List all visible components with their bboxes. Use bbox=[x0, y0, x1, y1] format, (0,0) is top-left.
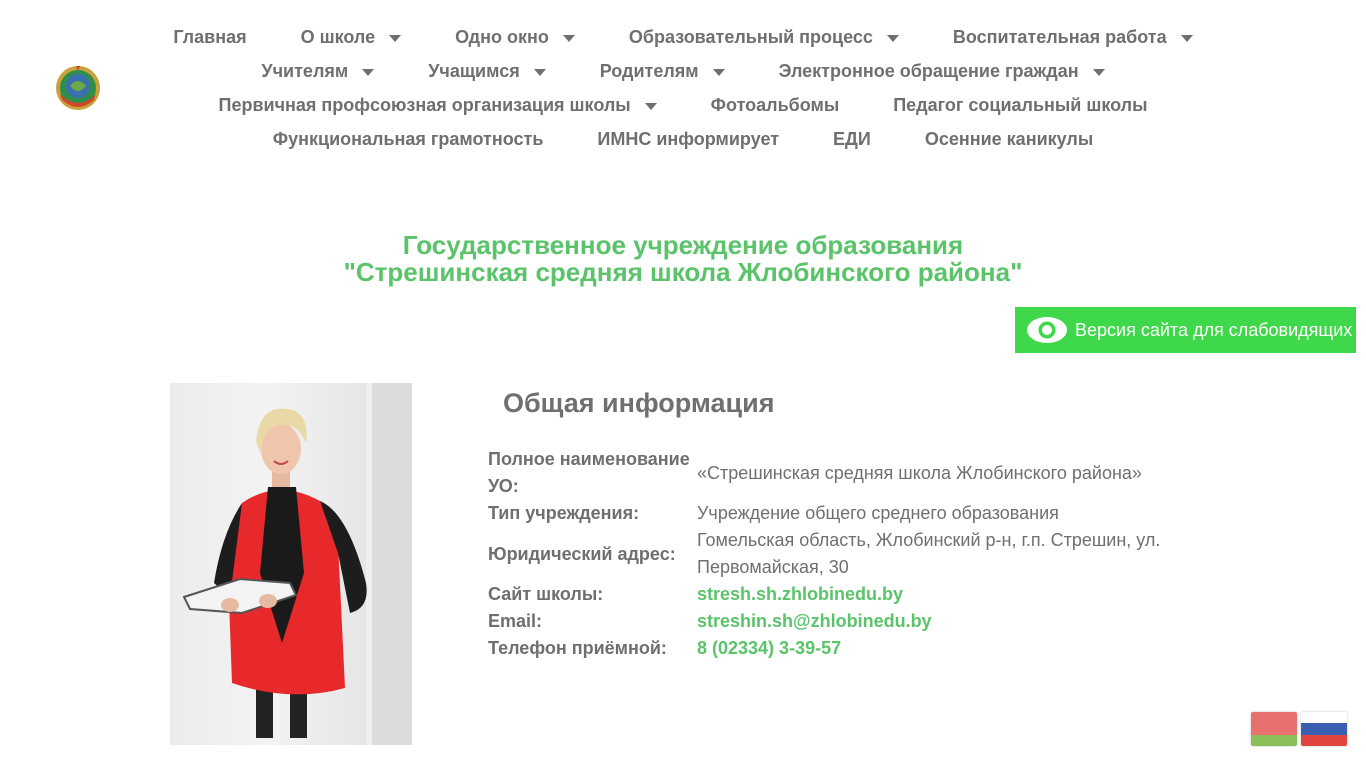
nav-item-label: Осенние каникулы bbox=[924, 128, 1094, 149]
caret-down-icon[interactable] bbox=[389, 34, 402, 42]
nav-item-label: Воспитательная работа bbox=[952, 26, 1167, 47]
caret-down-icon[interactable] bbox=[562, 34, 575, 42]
caret-down-icon[interactable] bbox=[886, 34, 899, 42]
caret-down-icon[interactable] bbox=[712, 68, 725, 76]
info-row: Сайт школы: stresh.sh.zhlobinedu.by bbox=[488, 581, 1188, 608]
info-value: Учреждение общего среднего образования bbox=[697, 503, 1059, 523]
caret-down-icon[interactable] bbox=[533, 68, 546, 76]
nav-row: Учителям Учащимся Родителям Электронное обр… bbox=[150, 54, 1216, 88]
caret-down-icon[interactable] bbox=[1092, 68, 1105, 76]
info-value-link[interactable]: streshin.sh@zhlobinedu.by bbox=[697, 608, 1188, 635]
nav-item-label: ИМНС информирует bbox=[597, 128, 780, 149]
low-vision-version-button[interactable]: Версия сайта для слабовидящих bbox=[1015, 307, 1356, 353]
nav-item[interactable]: Одно окно bbox=[455, 27, 575, 48]
nav-item[interactable]: Главная bbox=[173, 27, 246, 48]
state-emblem-logo[interactable] bbox=[54, 64, 102, 112]
info-value-link[interactable]: stresh.sh.zhlobinedu.by bbox=[697, 581, 1188, 608]
nav-item[interactable]: Электронное обращение граждан bbox=[779, 61, 1105, 82]
info-row: Юридический адрес: Гомельская область, Жл… bbox=[488, 527, 1188, 581]
nav-item[interactable]: Учителям bbox=[261, 60, 375, 82]
nav-item-label: ЕДИ bbox=[833, 128, 871, 149]
nav-item-label: Главная bbox=[173, 26, 247, 47]
info-key: Юридический адрес: bbox=[488, 543, 676, 564]
nav-item-label: Образовательный процесс bbox=[628, 26, 873, 47]
caret-down-icon[interactable] bbox=[362, 68, 375, 76]
info-row: Телефон приёмной: 8 (02334) 3-39-57 bbox=[488, 635, 1188, 662]
russian-flag[interactable] bbox=[1301, 712, 1347, 746]
nav-item-label: Учителям bbox=[261, 60, 349, 81]
nav-item[interactable]: Функциональная грамотность bbox=[273, 129, 544, 150]
nav-item[interactable]: Учащимся bbox=[428, 61, 546, 82]
eye-icon bbox=[1027, 317, 1067, 343]
title-line-1: Государственное учреждение образования bbox=[402, 230, 964, 260]
nav-item[interactable]: Воспитательная работа bbox=[953, 27, 1193, 48]
info-row: Email: streshin.sh@zhlobinedu.by bbox=[488, 608, 1188, 635]
nav-item-label: Первичная профсоюзная организация школы bbox=[218, 94, 631, 115]
nav-row: Первичная профсоюзная организация школы Ф… bbox=[150, 88, 1216, 122]
nav-row: Функциональная грамотность ИМНС информиру… bbox=[150, 122, 1216, 156]
info-key: Полное наименование УО: bbox=[488, 449, 690, 496]
nav-row: Главная О школе Одно окно Образовательный п… bbox=[150, 20, 1216, 54]
flag-stripe bbox=[1301, 712, 1347, 724]
nav-item-label: Функциональная грамотность bbox=[272, 128, 544, 149]
page-title: Государственное учреждение образования "… bbox=[0, 232, 1366, 286]
nav-item[interactable]: ИМНС информирует bbox=[597, 129, 779, 150]
info-value: «Стрешинская средняя школа Жлобинского р… bbox=[697, 462, 1142, 483]
nav-item[interactable]: ЕДИ bbox=[833, 129, 871, 150]
nav-item-label: Электронное обращение граждан bbox=[778, 60, 1079, 81]
director-photo bbox=[170, 383, 412, 745]
nav-item-label: Фотоальбомы bbox=[710, 94, 840, 115]
info-key: Тип учреждения: bbox=[488, 503, 640, 523]
caret-down-icon[interactable] bbox=[1180, 34, 1193, 42]
nav-item[interactable]: Образовательный процесс bbox=[629, 27, 899, 48]
flag-stripe bbox=[1301, 723, 1347, 735]
title-line-2: "Стрешинская средняя школа Жлобинского р… bbox=[343, 257, 1023, 287]
nav-item-label: О школе bbox=[300, 26, 376, 47]
nav-item-label: Родителям bbox=[599, 60, 699, 81]
main-navigation: Главная О школе Одно окно Образовательный п… bbox=[150, 20, 1216, 156]
language-switcher bbox=[1251, 712, 1347, 746]
info-row: Тип учреждения: Учреждение общего среднег… bbox=[488, 500, 1188, 527]
nav-item-label: Педагог социальный школы bbox=[893, 94, 1148, 115]
info-row: Полное наименование УО: «Стрешинская сред… bbox=[488, 446, 1188, 500]
flag-stripe bbox=[1251, 712, 1297, 735]
info-key: Email: bbox=[488, 611, 543, 631]
info-table: Полное наименование УО: «Стрешинская сред… bbox=[488, 446, 1188, 662]
info-value: Гомельская область, Жлобинский р-н, г.п.… bbox=[697, 530, 1161, 577]
nav-item[interactable]: Родителям bbox=[600, 61, 725, 82]
nav-item[interactable]: О школе bbox=[301, 27, 402, 48]
flag-stripe bbox=[1301, 734, 1347, 746]
nav-item-label: Учащимся bbox=[428, 60, 520, 81]
info-key: Сайт школы: bbox=[488, 584, 604, 604]
low-vision-label: Версия сайта для слабовидящих bbox=[1075, 319, 1353, 340]
info-key: Телефон приёмной: bbox=[488, 638, 667, 658]
caret-down-icon[interactable] bbox=[644, 102, 657, 110]
nav-item[interactable]: Педагог социальный школы bbox=[893, 95, 1147, 116]
info-heading: Общая информация bbox=[503, 388, 775, 418]
info-value-link[interactable]: 8 (02334) 3-39-57 bbox=[697, 635, 1188, 662]
belarusian-flag[interactable] bbox=[1251, 712, 1297, 746]
nav-item-label: Одно окно bbox=[455, 26, 549, 47]
flag-stripe bbox=[1251, 734, 1297, 746]
nav-item[interactable]: Первичная профсоюзная организация школы bbox=[219, 95, 657, 116]
nav-item[interactable]: Осенние каникулы bbox=[925, 129, 1093, 150]
nav-item[interactable]: Фотоальбомы bbox=[711, 95, 840, 116]
